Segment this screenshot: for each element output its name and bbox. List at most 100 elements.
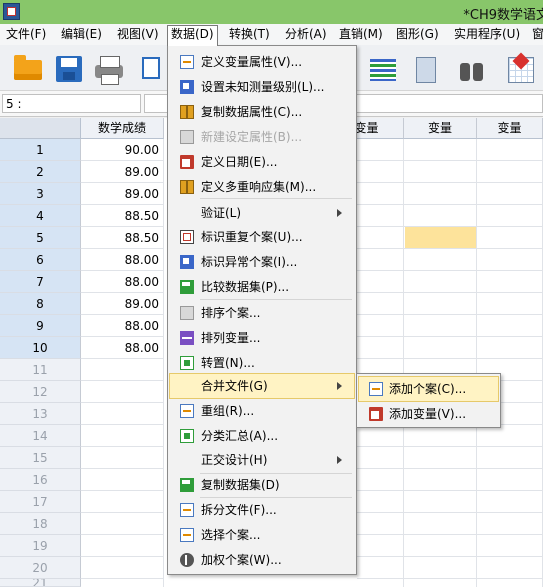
split-file-icon[interactable] [412, 51, 446, 85]
restructure-icon [180, 404, 194, 418]
menu-view[interactable]: 视图(V) [114, 26, 162, 43]
data-cell[interactable]: 88.00 [81, 315, 164, 337]
row-header[interactable]: 14 [0, 425, 81, 447]
value-labels-icon[interactable] [504, 51, 538, 85]
menu-data[interactable]: 数据(D) [167, 25, 218, 46]
data-cell[interactable]: 89.00 [81, 161, 164, 183]
save-icon[interactable] [52, 51, 86, 85]
menu-item-copy-data-properties[interactable]: 复制数据属性(C)... [170, 100, 354, 124]
menu-item-transpose[interactable]: 转置(N)... [170, 351, 354, 375]
empty-column[interactable] [357, 139, 404, 587]
submenu-arrow-icon [337, 209, 342, 217]
menu-item-aggregate[interactable]: 分类汇总(A)... [170, 424, 354, 448]
measurement-level-icon [180, 80, 194, 94]
row-header[interactable]: 1 [0, 139, 81, 161]
row-header[interactable]: 18 [0, 513, 81, 535]
row-header[interactable]: 3 [0, 183, 81, 205]
menu-item-select-cases[interactable]: 选择个案... [170, 523, 354, 547]
row-header[interactable]: 5 [0, 227, 81, 249]
menu-window[interactable]: 窗 [529, 26, 543, 43]
menu-item-new-custom-attribute: 新建设定属性(B)... [170, 125, 354, 149]
split-file-icon [180, 503, 194, 517]
menu-item-split-file[interactable]: 拆分文件(F)... [170, 498, 354, 522]
menu-item-identify-unusual[interactable]: 标识异常个案(I)... [170, 250, 354, 274]
row-header[interactable]: 12 [0, 381, 81, 403]
submenu-item-add-cases[interactable]: 添加个案(C)... [358, 376, 499, 402]
row-header[interactable]: 21 [0, 579, 81, 587]
row-header[interactable]: 2 [0, 161, 81, 183]
menu-item-set-measurement-level[interactable]: 设置未知测量级别(L)... [170, 75, 354, 99]
submenu-item-add-variables[interactable]: 添加变量(V)... [359, 402, 498, 426]
custom-attribute-icon [180, 130, 194, 144]
data-cell[interactable]: 88.00 [81, 271, 164, 293]
row-header[interactable]: 20 [0, 557, 81, 579]
selected-cell[interactable] [405, 227, 476, 248]
menu-item-weight-cases[interactable]: 加权个案(W)... [170, 548, 354, 572]
data-cell[interactable]: 88.00 [81, 337, 164, 359]
find-icon[interactable] [454, 51, 488, 85]
row-header[interactable]: 13 [0, 403, 81, 425]
menu-graphs[interactable]: 图形(G) [393, 26, 442, 43]
window-title: *CH9数学语文 [463, 8, 543, 23]
menu-bar: 文件(F) 编辑(E) 视图(V) 数据(D) 转换(T) 分析(A) 直销(M… [0, 24, 543, 46]
title-bar: *CH9数学语文 [0, 0, 543, 24]
menu-item-merge-files[interactable]: 合并文件(G) [169, 373, 355, 399]
menu-item-validation[interactable]: 验证(L) [170, 201, 354, 225]
open-folder-icon[interactable] [10, 51, 44, 85]
copy-dataset-icon [180, 478, 194, 492]
column-header-var[interactable]: 变量 [404, 118, 477, 139]
data-cell[interactable]: 88.00 [81, 249, 164, 271]
column-header-math-score[interactable]: 数学成绩 [81, 118, 164, 139]
empty-column[interactable] [477, 139, 543, 587]
compare-datasets-icon [180, 280, 194, 294]
menu-item-orthogonal-design[interactable]: 正交设计(H) [170, 448, 354, 472]
column-header-var[interactable]: 变量 [477, 118, 543, 139]
multiple-response-icon [180, 180, 194, 194]
menu-item-identify-duplicates[interactable]: 标识重复个案(U)... [170, 225, 354, 249]
empty-column[interactable] [404, 139, 477, 587]
menu-separator [200, 299, 352, 300]
duplicate-cases-icon [180, 230, 194, 244]
row-header[interactable]: 4 [0, 205, 81, 227]
menu-transform[interactable]: 转换(T) [226, 26, 273, 43]
cell-reference-field[interactable]: 5 : [2, 94, 141, 113]
row-header[interactable]: 16 [0, 469, 81, 491]
data-cell[interactable]: 89.00 [81, 293, 164, 315]
transpose-icon [180, 356, 194, 370]
menu-direct-marketing[interactable]: 直销(M) [336, 26, 386, 43]
print-icon[interactable] [92, 51, 126, 85]
spss-app-icon[interactable] [3, 3, 20, 20]
unusual-cases-icon [180, 255, 194, 269]
row-header[interactable]: 19 [0, 535, 81, 557]
row-header[interactable]: 9 [0, 315, 81, 337]
menu-item-compare-datasets[interactable]: 比较数据集(P)... [170, 275, 354, 299]
row-header[interactable]: 6 [0, 249, 81, 271]
add-variables-icon [369, 407, 383, 421]
row-header[interactable]: 8 [0, 293, 81, 315]
data-cell[interactable]: 88.50 [81, 205, 164, 227]
menu-edit[interactable]: 编辑(E) [58, 26, 105, 43]
variables-icon[interactable] [362, 51, 396, 85]
menu-item-restructure[interactable]: 重组(R)... [170, 399, 354, 423]
grid-corner[interactable] [0, 118, 81, 139]
empty-column[interactable] [81, 359, 164, 587]
aggregate-icon [180, 429, 194, 443]
row-header[interactable]: 15 [0, 447, 81, 469]
data-cell[interactable]: 89.00 [81, 183, 164, 205]
row-header[interactable]: 11 [0, 359, 81, 381]
menu-item-copy-dataset[interactable]: 复制数据集(D) [170, 473, 354, 497]
row-header[interactable]: 7 [0, 271, 81, 293]
data-cell[interactable]: 90.00 [81, 139, 164, 161]
row-header[interactable]: 17 [0, 491, 81, 513]
menu-item-sort-cases[interactable]: 排序个案... [170, 301, 354, 325]
menu-item-define-dates[interactable]: 定义日期(E)... [170, 150, 354, 174]
menu-file[interactable]: 文件(F) [3, 26, 49, 43]
data-cell[interactable]: 88.50 [81, 227, 164, 249]
row-header[interactable]: 10 [0, 337, 81, 359]
menu-utilities[interactable]: 实用程序(U) [451, 26, 523, 43]
menu-item-define-variable-properties[interactable]: 定义变量属性(V)... [170, 50, 354, 74]
menu-analyze[interactable]: 分析(A) [282, 26, 330, 43]
menu-item-sort-variables[interactable]: 排列变量... [170, 326, 354, 350]
copy-properties-icon [180, 105, 194, 119]
menu-item-define-multiple-response[interactable]: 定义多重响应集(M)... [170, 175, 354, 199]
